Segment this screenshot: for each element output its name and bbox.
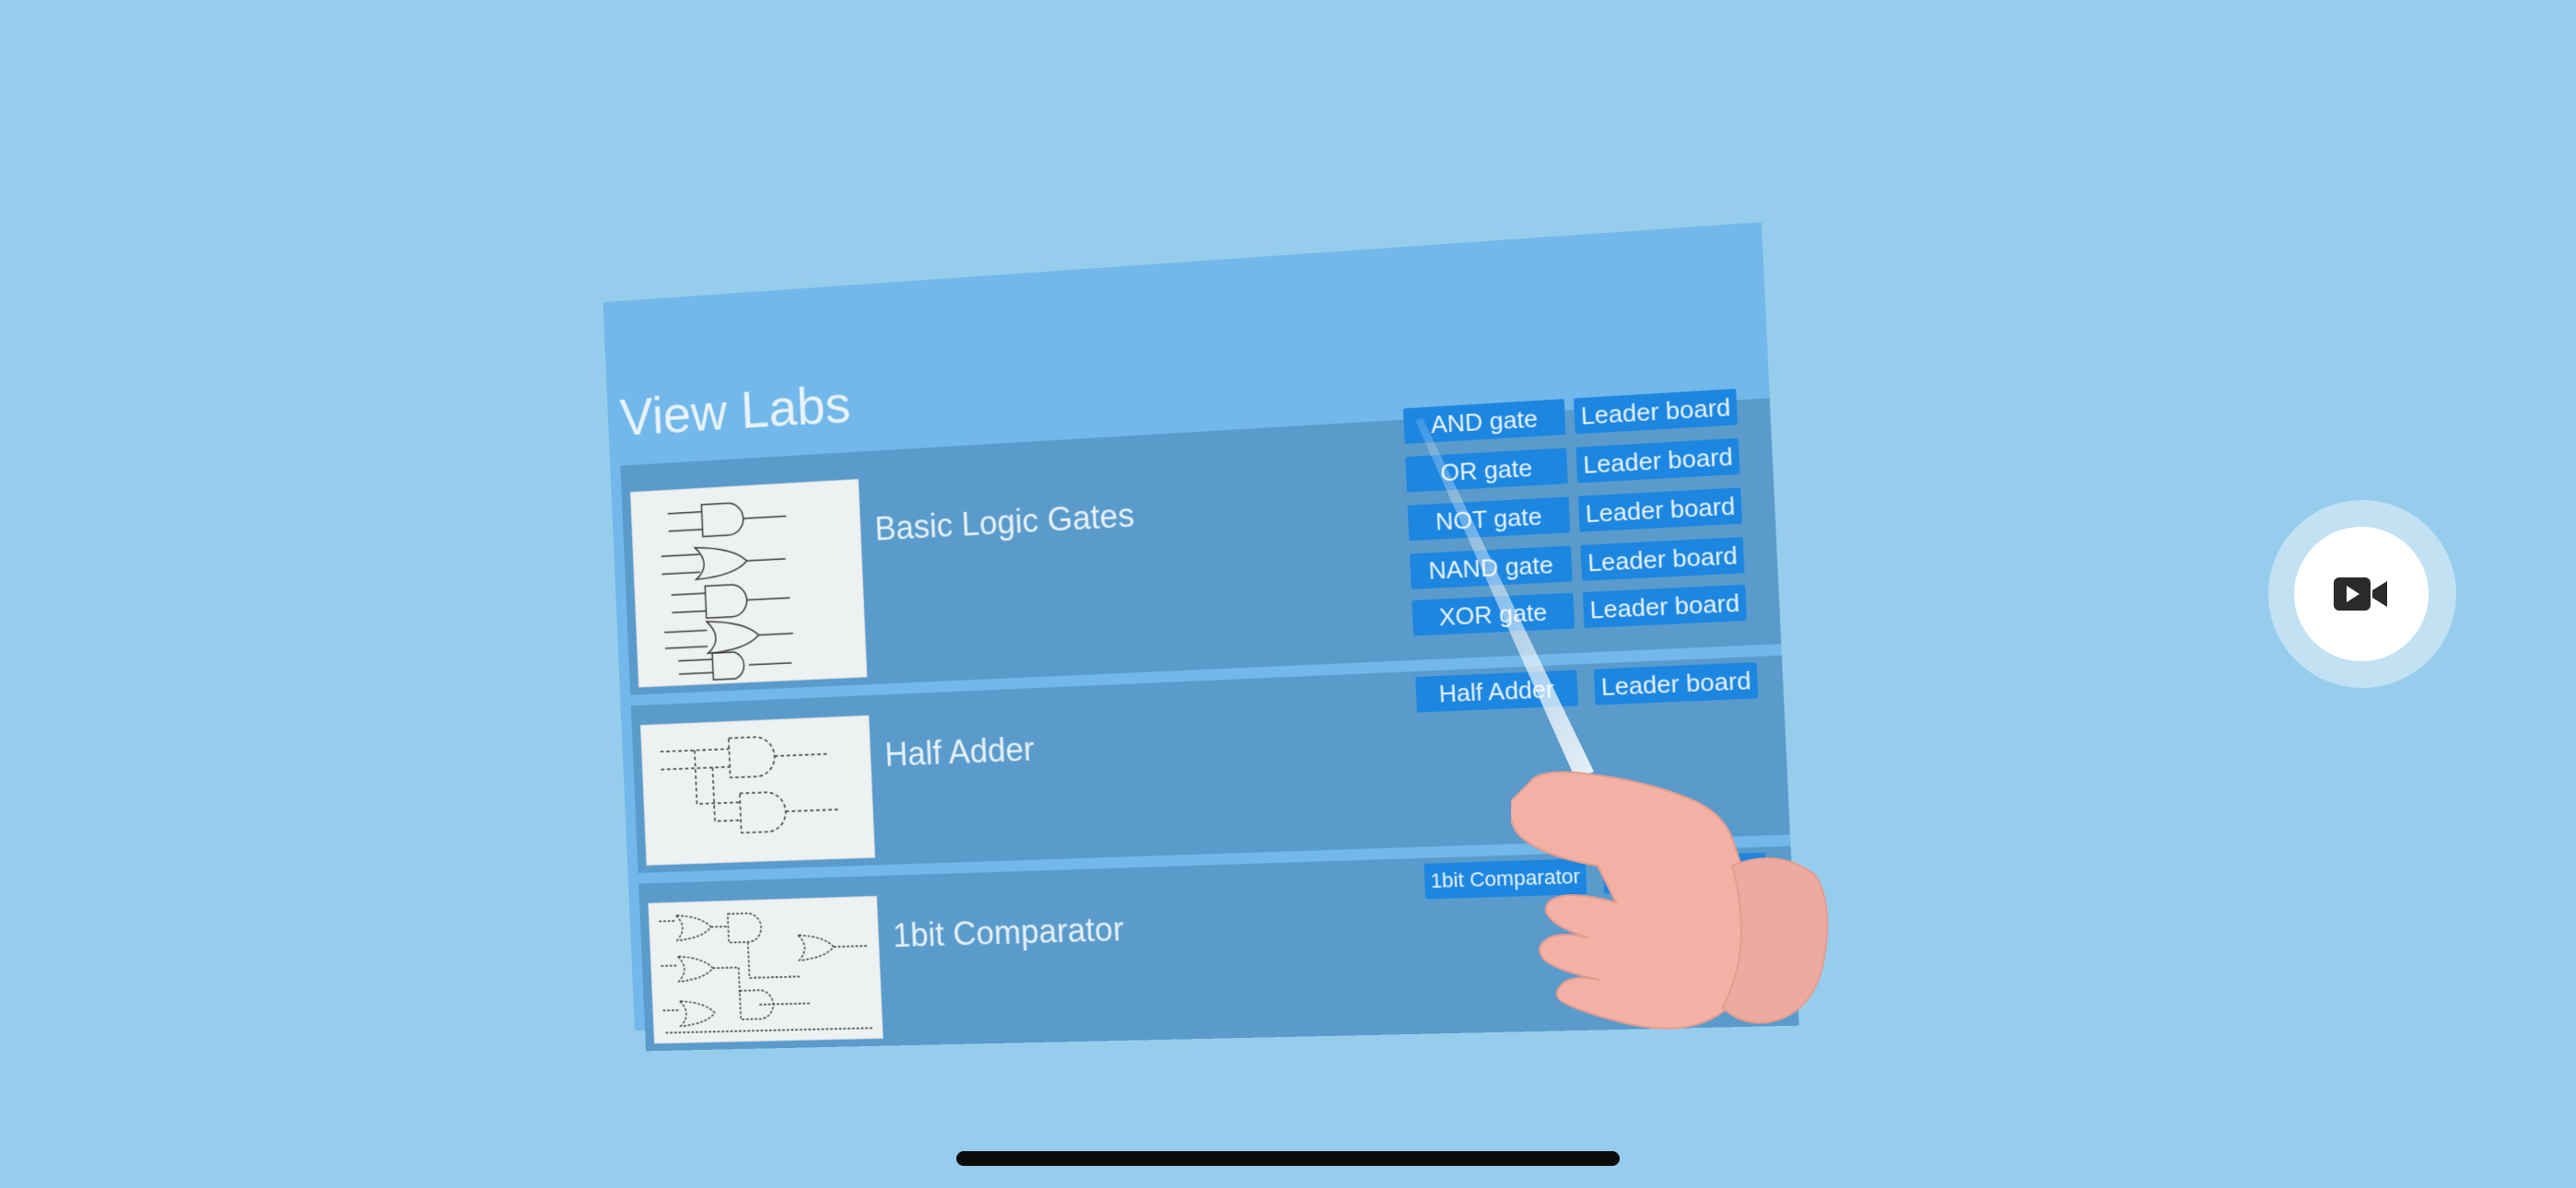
record-video-button[interactable] [2294, 527, 2429, 661]
video-camera-icon [2334, 577, 2387, 611]
or-gate-leaderboard-button[interactable]: Leader board [1575, 437, 1740, 483]
lab-title: Basic Logic Gates [873, 495, 1135, 548]
logic-gates-diagram-icon [629, 478, 868, 688]
half-adder-diagram-icon [641, 716, 874, 865]
or-gate-button[interactable]: OR gate [1405, 448, 1568, 493]
nand-gate-leaderboard-button[interactable]: Leader board [1580, 537, 1745, 581]
xor-gate-button[interactable]: XOR gate [1411, 592, 1575, 636]
logic-gates-diagram-icon [631, 480, 867, 687]
vr-hand-icon [1511, 771, 1829, 1030]
xor-gate-leaderboard-button[interactable]: Leader board [1582, 584, 1747, 629]
lab-title: Half Adder [884, 729, 1036, 774]
comparator-diagram-icon [649, 897, 882, 1043]
not-gate-button[interactable]: NOT gate [1407, 496, 1571, 542]
comparator-diagram-icon [648, 895, 884, 1044]
lab-title: 1bit Comparator [892, 910, 1125, 955]
nand-gate-button[interactable]: NAND gate [1410, 545, 1573, 589]
half-adder-diagram-icon [639, 715, 876, 866]
half-adder-button[interactable]: Half Adder [1415, 670, 1578, 713]
home-indicator[interactable] [956, 1151, 1620, 1166]
vr-scene: View Labs Basic Logic Gates AND gate Lea… [0, 0, 2576, 1188]
not-gate-leaderboard-button[interactable]: Leader board [1577, 487, 1743, 532]
half-adder-leaderboard-button[interactable]: Leader board [1593, 662, 1759, 705]
